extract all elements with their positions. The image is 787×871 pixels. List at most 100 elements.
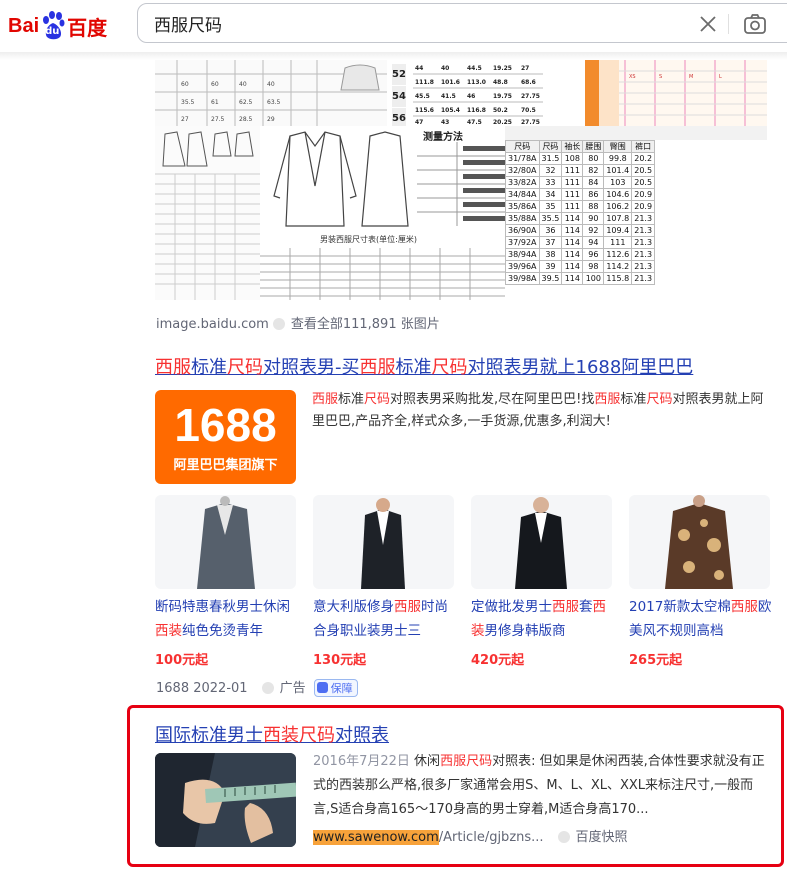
text-span: 国际标准男士: [155, 725, 263, 746]
image-thumb-size-chart-1[interactable]: 60 60 40 40 35.5 61 62.5 63.5 27 27.5 28.5 29: [155, 60, 387, 126]
keyword-highlight: 西装: [155, 623, 182, 639]
image-source[interactable]: image.baidu.com: [156, 317, 269, 332]
table-cell: 35.5: [538, 212, 563, 225]
table-cell: 37: [538, 236, 563, 249]
table-cell: 99.8: [603, 152, 633, 165]
product-price: 100元起: [155, 653, 209, 668]
camera-icon[interactable]: [743, 13, 767, 35]
result-description-1688: 西服标准尺码对照表男采购批发,尽在阿里巴巴!找西服标准尺码对照表男就上阿里巴巴,…: [312, 389, 772, 433]
text-span: 标准: [620, 392, 647, 407]
search-input[interactable]: [152, 12, 676, 34]
view-all-images-link[interactable]: 查看全部111,891 张图片: [291, 317, 440, 332]
product-card[interactable]: 定做批发男士西服套西装男修身韩版商 420元起: [471, 495, 612, 668]
product-image[interactable]: [471, 495, 612, 589]
svg-text:61: 61: [211, 99, 219, 106]
product-image[interactable]: [629, 495, 770, 589]
table-cell: 33/82A: [505, 176, 540, 189]
dot-icon[interactable]: [261, 682, 274, 694]
result-url-domain[interactable]: www.sawenow.com: [313, 830, 439, 845]
snapshot-link[interactable]: 百度快照: [576, 830, 628, 845]
image-results-strip[interactable]: 60 60 40 40 35.5 61 62.5 63.5 27 27.5 28.5 29 52 …: [155, 60, 767, 300]
image-thumb-sizes[interactable]: 52 54 56 44 40 44.5 19.25 27 111.8 101.6 113.0…: [387, 60, 543, 129]
table-cell: 21.3: [631, 248, 656, 261]
close-icon[interactable]: [698, 14, 718, 34]
svg-text:19.75: 19.75: [493, 93, 512, 100]
product-price: 130元起: [313, 653, 367, 668]
product-image[interactable]: [313, 495, 454, 589]
table-cell: 21.3: [631, 224, 656, 237]
table-cell: 115.8: [603, 272, 633, 285]
table-cell: 94: [582, 236, 605, 249]
table-row: 39/96A 39 114 98 114.2 21.3: [505, 260, 656, 273]
svg-text:101.6: 101.6: [441, 79, 460, 86]
text-span: 标准: [395, 357, 432, 378]
ad-label: 广告: [279, 681, 306, 696]
text-span: 对照表男就上1688阿里巴巴: [467, 357, 694, 378]
table-header-cell: 腰围: [582, 140, 605, 153]
svg-text:70.5: 70.5: [521, 107, 536, 114]
table-row: 38/94A 38 114 96 112.6 21.3: [505, 248, 656, 261]
keyword-highlight: 西服: [312, 392, 339, 407]
result-meta-1688: 1688 2022-01 广告 保障: [156, 677, 358, 697]
table-cell: 114: [561, 260, 584, 273]
product-name[interactable]: 断码特惠春秋男士休闲西装纯色免烫青年: [155, 595, 300, 643]
svg-text:116.8: 116.8: [467, 107, 486, 114]
table-cell: 32/80A: [505, 164, 540, 177]
product-name[interactable]: 2017新款太空棉西服欧美风不规则高档: [629, 595, 774, 643]
product-name[interactable]: 意大利版修身西服时尚合身职业装男士三: [313, 595, 458, 643]
table-cell: 39: [538, 260, 563, 273]
table-header-cell: 臀围: [603, 140, 633, 153]
svg-text:44.5: 44.5: [467, 65, 482, 72]
table-cell: 21.3: [631, 212, 656, 225]
baidu-logo[interactable]: Bai du 百度: [8, 9, 107, 43]
image-thumb-colored-chart[interactable]: XS S M L: [585, 60, 767, 126]
table-cell: 39.5: [538, 272, 563, 285]
table-cell: 111: [603, 236, 633, 249]
result-title-1688[interactable]: 西服标准尺码对照表男-买西服标准尺码对照表男就上1688阿里巴巴: [155, 353, 693, 379]
logo-1688[interactable]: 1688 阿里巴巴集团旗下: [155, 390, 296, 484]
table-cell: 36/90A: [505, 224, 540, 237]
dot-icon[interactable]: [557, 831, 570, 843]
table-row: 37/92A 37 114 94 111 21.3: [505, 236, 656, 249]
svg-text:40: 40: [239, 81, 247, 88]
text-span: 男修身韩版商: [484, 623, 566, 639]
product-image[interactable]: [155, 495, 296, 589]
svg-text:44: 44: [415, 65, 423, 72]
keyword-highlight: 尺码: [466, 754, 493, 769]
table-cell: 39/98A: [505, 272, 540, 285]
header-shadow: [0, 52, 787, 60]
table-cell: 35: [538, 200, 563, 213]
image-thumb-suit-table[interactable]: [155, 126, 260, 300]
result-url-line: www.sawenow.com/Article/gjbzns... 百度快照: [313, 826, 628, 845]
text-span: 对照表男-买: [263, 357, 360, 378]
svg-text:48.8: 48.8: [493, 79, 508, 86]
keyword-highlight: 尺码: [431, 357, 468, 378]
product-card[interactable]: 2017新款太空棉西服欧美风不规则高档 265元起: [629, 495, 771, 668]
result-url-path[interactable]: /Article/gjbzns...: [439, 830, 544, 845]
svg-text:35.5: 35.5: [181, 99, 195, 106]
image-thumb-size-caption[interactable]: 男装西服尺寸表(单位:厘米): [260, 235, 505, 300]
table-cell: 35/86A: [505, 200, 540, 213]
table-header-cell: 裤口: [631, 140, 656, 153]
result-thumbnail[interactable]: [155, 753, 296, 847]
result-title-sawenow[interactable]: 国际标准男士西装尺码对照表: [155, 721, 389, 747]
table-cell: 92: [582, 224, 605, 237]
table-cell: 20.9: [631, 188, 656, 201]
image-thumb-pants-size-table[interactable]: 尺码 尺码 袖长 腰围 臀围 裤口 31/78A 31.5 108 80 99.8 20.2 32/8…: [505, 126, 767, 300]
guarantee-badge[interactable]: 保障: [313, 679, 358, 697]
keyword-highlight: 西服: [594, 392, 621, 407]
product-card[interactable]: 意大利版修身西服时尚合身职业装男士三 130元起: [313, 495, 454, 668]
product-card[interactable]: 断码特惠春秋男士休闲西装纯色免烫青年 100元起: [155, 495, 296, 668]
table-cell: 21.3: [631, 272, 656, 285]
table-cell: 33: [538, 176, 563, 189]
table-cell: 36: [538, 224, 563, 237]
logo-bai-text: Bai: [8, 14, 40, 37]
text-span: 标准: [191, 357, 227, 378]
svg-text:45.5: 45.5: [415, 93, 430, 100]
product-name[interactable]: 定做批发男士西服套西装男修身韩版商: [471, 595, 616, 643]
svg-text:105.4: 105.4: [441, 107, 460, 114]
svg-text:27: 27: [521, 65, 529, 72]
table-cell: 38/94A: [505, 248, 540, 261]
text-span: 定做批发男士: [471, 599, 552, 615]
table-row: 35/86A 35 111 88 106.2 20.9: [505, 200, 656, 213]
